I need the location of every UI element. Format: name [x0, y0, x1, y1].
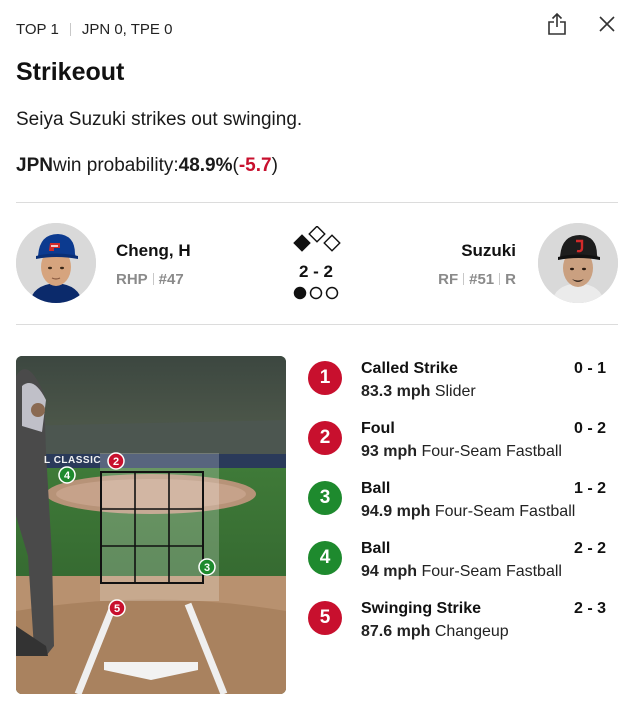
pitch-number-badge: 4 [308, 541, 342, 575]
pitch-marker-label: 3 [204, 562, 210, 574]
pitch-count: 1 - 2 [573, 480, 606, 497]
win-probability: JPN win probability: 48.9% (-5.7) [16, 155, 278, 177]
pitch-type: Slider [434, 383, 476, 400]
pitch-speed: 93 mph [361, 443, 418, 460]
pitch-speed: 87.6 mph [361, 623, 431, 640]
pitch-detail: 83.3 mph Slider [361, 383, 476, 401]
pitch-result: Swinging Strike [361, 600, 482, 617]
close-button[interactable] [596, 11, 618, 37]
share-icon [548, 12, 566, 35]
pitch-marker-5[interactable]: 5 [108, 599, 126, 617]
pitch-row-1[interactable]: 1 Called Strike 0 - 1 83.3 mph Slider [308, 357, 618, 407]
batter-position: RF [438, 271, 459, 288]
pitch-speed: 94.9 mph [361, 503, 431, 520]
pitch-marker-label: 2 [113, 456, 119, 468]
pitch-detail: 87.6 mph Changeup [361, 623, 509, 641]
pitch-number-badge: 2 [308, 421, 342, 455]
pitch-marker-3[interactable]: 3 [198, 558, 216, 576]
pitch-count: 0 - 2 [573, 420, 606, 437]
batter-number: #51 [469, 271, 495, 288]
pitch-count: 2 - 2 [573, 540, 606, 557]
batter-meta: RF #51 R [438, 271, 516, 288]
pitch-row-2[interactable]: 2 Foul 0 - 2 93 mph Four-Seam Fastball [308, 417, 618, 467]
pitch-result: Ball [361, 540, 391, 557]
pitch-row-5[interactable]: 5 Swinging Strike 2 - 3 87.6 mph Changeu… [308, 597, 618, 647]
pitcher-hand: RHP [116, 271, 148, 288]
pitch-marker-label: 4 [64, 470, 71, 482]
pitch-type: Changeup [434, 623, 509, 640]
out-dot-3 [325, 286, 339, 300]
pitch-speed: 83.3 mph [361, 383, 431, 400]
win-prob-label: win probability: [52, 155, 179, 176]
score-label: JPN 0, TPE 0 [81, 20, 173, 38]
divider [16, 202, 618, 203]
play-description: Seiya Suzuki strikes out swinging. [16, 109, 303, 130]
pitch-result: Foul [361, 420, 395, 437]
pitch-count: 2 - 3 [573, 600, 606, 617]
base-diamond-icon [293, 226, 341, 252]
divider [463, 273, 465, 285]
pitch-marker-label: 5 [114, 603, 120, 615]
divider [69, 22, 71, 36]
pitch-row-4[interactable]: 4 Ball 2 - 2 94 mph Four-Seam Fastball [308, 537, 618, 587]
pitch-row-3[interactable]: 3 Ball 1 - 2 94.9 mph Four-Seam Fastball [308, 477, 618, 527]
pitcher-avatar [16, 223, 96, 303]
out-dot-1 [293, 286, 307, 300]
batter-avatar [538, 223, 618, 303]
pitch-speed: 94 mph [361, 563, 418, 580]
pitch-location-view: L CLASSIC 2 4 3 5 [16, 356, 286, 694]
inning-label: TOP 1 [16, 20, 59, 38]
divider [499, 273, 501, 285]
pitch-number-badge: 1 [308, 361, 342, 395]
divider [152, 273, 154, 285]
play-title: Strikeout [16, 58, 125, 86]
pitch-number-badge: 5 [308, 601, 342, 635]
ball-strike-count: 2 - 2 [298, 262, 334, 281]
pitch-marker-4[interactable]: 4 [58, 466, 76, 484]
pitcher-meta: RHP #47 [116, 271, 184, 288]
win-prob-delta: -5.7 [238, 155, 272, 176]
out-dot-2 [309, 286, 323, 300]
pitch-count: 0 - 1 [573, 360, 606, 377]
win-prob-delta-close: ) [271, 155, 278, 176]
pitch-number-badge: 3 [308, 481, 342, 515]
pitch-marker-2[interactable]: 2 [107, 452, 125, 470]
third-base [293, 234, 311, 252]
pitch-type: Four-Seam Fastball [421, 563, 562, 580]
pitcher-name: Cheng, H [116, 241, 191, 260]
pitch-detail: 94 mph Four-Seam Fastball [361, 563, 562, 581]
pitch-detail: 93 mph Four-Seam Fastball [361, 443, 562, 461]
pitch-result: Ball [361, 480, 391, 497]
win-prob-value: 48.9% [178, 155, 233, 176]
first-base [323, 234, 341, 252]
pitcher-number: #47 [158, 271, 184, 288]
batter-name: Suzuki [461, 241, 516, 260]
divider [16, 324, 618, 325]
outs-indicator [293, 286, 339, 300]
second-base [308, 226, 326, 243]
share-button[interactable] [546, 11, 568, 37]
pitch-type: Four-Seam Fastball [421, 443, 562, 460]
game-status-bar: TOP 1 JPN 0, TPE 0 [16, 12, 618, 41]
win-prob-team: JPN [16, 155, 53, 176]
pitch-markers: 2 4 3 5 [58, 452, 216, 617]
pitch-result: Called Strike [361, 360, 458, 377]
pitch-type: Four-Seam Fastball [434, 503, 576, 520]
close-icon [599, 16, 615, 32]
batter-bats: R [505, 271, 516, 288]
pitch-detail: 94.9 mph Four-Seam Fastball [361, 503, 575, 521]
